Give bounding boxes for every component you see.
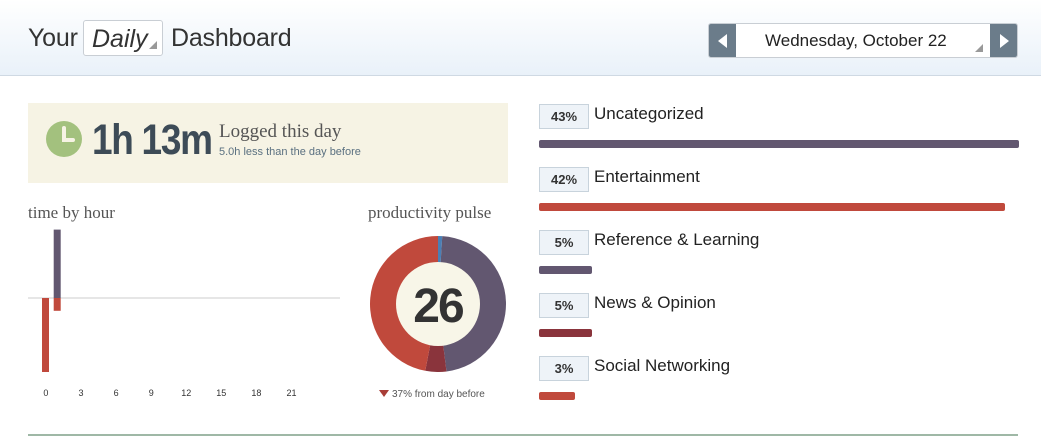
hour-tick-label: 3 [78,388,84,398]
category-name[interactable]: Entertainment [594,167,700,187]
category-percent: 43% [539,104,589,129]
title-suffix: Dashboard [171,24,292,52]
date-picker[interactable]: Wednesday, October 22 [765,31,947,51]
hour-tick-label: 15 [216,388,227,398]
category-percent: 42% [539,167,589,192]
pulse-change-text: 37% from day before [392,389,485,400]
pulse-score: 26 [413,280,463,333]
period-select-label: Daily [92,25,148,53]
productivity-pulse-donut: 26 [370,236,506,372]
date-selector: Wednesday, October 22 [708,23,1018,58]
category-name[interactable]: Uncategorized [594,104,704,124]
arrow-down-icon [379,389,389,397]
hour-tick-label: 0 [43,388,49,398]
clock-icon [46,121,82,157]
hour-bar-distracting [53,298,61,311]
hour-tick-label: 12 [181,388,192,398]
category-bar [539,266,592,274]
productivity-pulse-title: productivity pulse [368,203,492,222]
logged-duration: 1h 13m [92,116,213,164]
category-bar [539,203,1005,211]
pulse-change: 37% from day before [379,389,485,400]
category-percent: 5% [539,293,589,318]
title-prefix: Your [28,24,78,52]
header-bar: Your Daily Dashboard Wednesday, October … [0,0,1041,76]
hour-tick-label: 18 [251,388,262,398]
category-percent: 5% [539,230,589,255]
hour-bar-productive [53,229,61,298]
prev-day-button[interactable] [709,24,736,57]
footer-divider [28,434,1018,436]
logged-comparison: 5.0h less than the day before [219,146,361,158]
hour-bar-distracting [42,298,49,372]
category-name[interactable]: Social Networking [594,356,730,376]
time-by-hour-title: time by hour [28,203,115,222]
category-bar [539,329,592,337]
time-by-hour-chart [28,229,340,372]
hour-tick-label: 6 [113,388,119,398]
dropdown-corner-icon [975,44,983,52]
next-day-button[interactable] [990,24,1017,57]
logged-label: Logged this day [219,121,342,142]
hour-tick-label: 9 [148,388,154,398]
logged-time-panel: 1h 13m Logged this day 5.0h less than th… [28,103,508,183]
chevron-right-icon [999,34,1009,48]
category-name[interactable]: News & Opinion [594,293,716,313]
category-percent: 3% [539,356,589,381]
dropdown-corner-icon [149,41,157,49]
chevron-left-icon [717,34,727,48]
hour-tick-label: 21 [286,388,297,398]
period-select[interactable]: Daily [83,20,163,56]
category-bar [539,392,575,400]
category-bar [539,140,1019,148]
category-name[interactable]: Reference & Learning [594,230,759,250]
